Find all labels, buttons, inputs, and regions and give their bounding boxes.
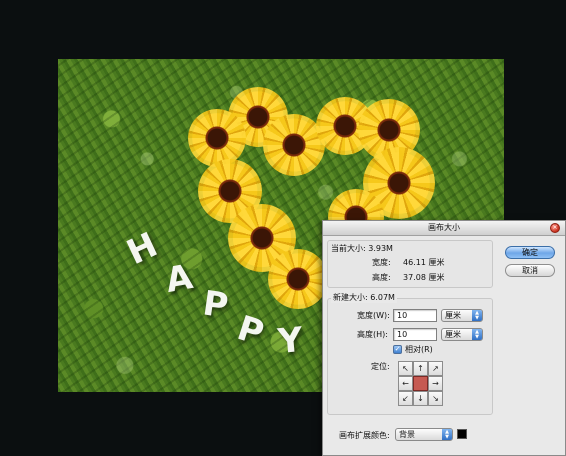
height-unit-select[interactable]: 厘米 ▲ ▼ <box>441 328 483 341</box>
canvas-size-dialog: 画布大小 × 当前大小: 3.93M 宽度: 46.11 厘米 高度: 37.0… <box>322 220 566 456</box>
anchor-left-icon[interactable]: ← <box>398 376 413 391</box>
new-width-label: 宽度(W): <box>357 311 390 320</box>
letter-y: Y <box>276 320 305 362</box>
relative-checkbox[interactable]: ✓ <box>393 345 402 354</box>
cancel-button[interactable]: 取消 <box>505 264 555 277</box>
width-unit-value: 厘米 <box>445 311 461 320</box>
width-input[interactable]: 10 <box>393 309 437 322</box>
letter-p: P <box>200 283 231 327</box>
close-icon[interactable]: × <box>550 223 560 233</box>
letter-a: A <box>162 257 196 301</box>
ok-button[interactable]: 确定 <box>505 246 555 259</box>
anchor-label: 定位: <box>371 362 390 371</box>
current-width-value: 46.11 厘米 <box>403 258 445 267</box>
current-size-label: 当前大小: 3.93M <box>331 244 393 253</box>
anchor-grid: ↖ ↑ ↗ ← → ↙ ↓ ↘ <box>398 361 443 406</box>
letter-p: P <box>232 308 269 354</box>
current-height-label: 高度: <box>372 273 391 282</box>
anchor-top-right-icon[interactable]: ↗ <box>428 361 443 376</box>
anchor-top-left-icon[interactable]: ↖ <box>398 361 413 376</box>
sunflower <box>268 249 328 309</box>
select-arrows-icon: ▲ ▼ <box>472 329 482 340</box>
anchor-top-icon[interactable]: ↑ <box>413 361 428 376</box>
dialog-title: 画布大小 <box>428 223 460 232</box>
anchor-bottom-left-icon[interactable]: ↙ <box>398 391 413 406</box>
extension-color-value: 背景 <box>399 430 415 439</box>
height-input[interactable]: 10 <box>393 328 437 341</box>
new-size-label: 新建大小: 6.07M <box>331 293 397 303</box>
height-unit-value: 厘米 <box>445 330 461 339</box>
extension-color-label: 画布扩展颜色: <box>339 431 390 440</box>
anchor-bottom-right-icon[interactable]: ↘ <box>428 391 443 406</box>
select-arrows-icon: ▲ ▼ <box>442 429 452 440</box>
dialog-titlebar[interactable]: 画布大小 × <box>323 221 565 236</box>
current-width-label: 宽度: <box>372 258 391 267</box>
width-unit-select[interactable]: 厘米 ▲ ▼ <box>441 309 483 322</box>
new-height-label: 高度(H): <box>357 330 388 339</box>
sunflower <box>188 109 246 167</box>
anchor-bottom-icon[interactable]: ↓ <box>413 391 428 406</box>
current-height-value: 37.08 厘米 <box>403 273 445 282</box>
select-arrows-icon: ▲ ▼ <box>472 310 482 321</box>
relative-label: 相对(R) <box>405 345 433 354</box>
letter-h: H <box>120 224 164 274</box>
extension-color-select[interactable]: 背景 ▲ ▼ <box>395 428 453 441</box>
anchor-right-icon[interactable]: → <box>428 376 443 391</box>
extension-color-swatch[interactable] <box>457 429 467 439</box>
anchor-center-cell[interactable] <box>413 376 428 391</box>
